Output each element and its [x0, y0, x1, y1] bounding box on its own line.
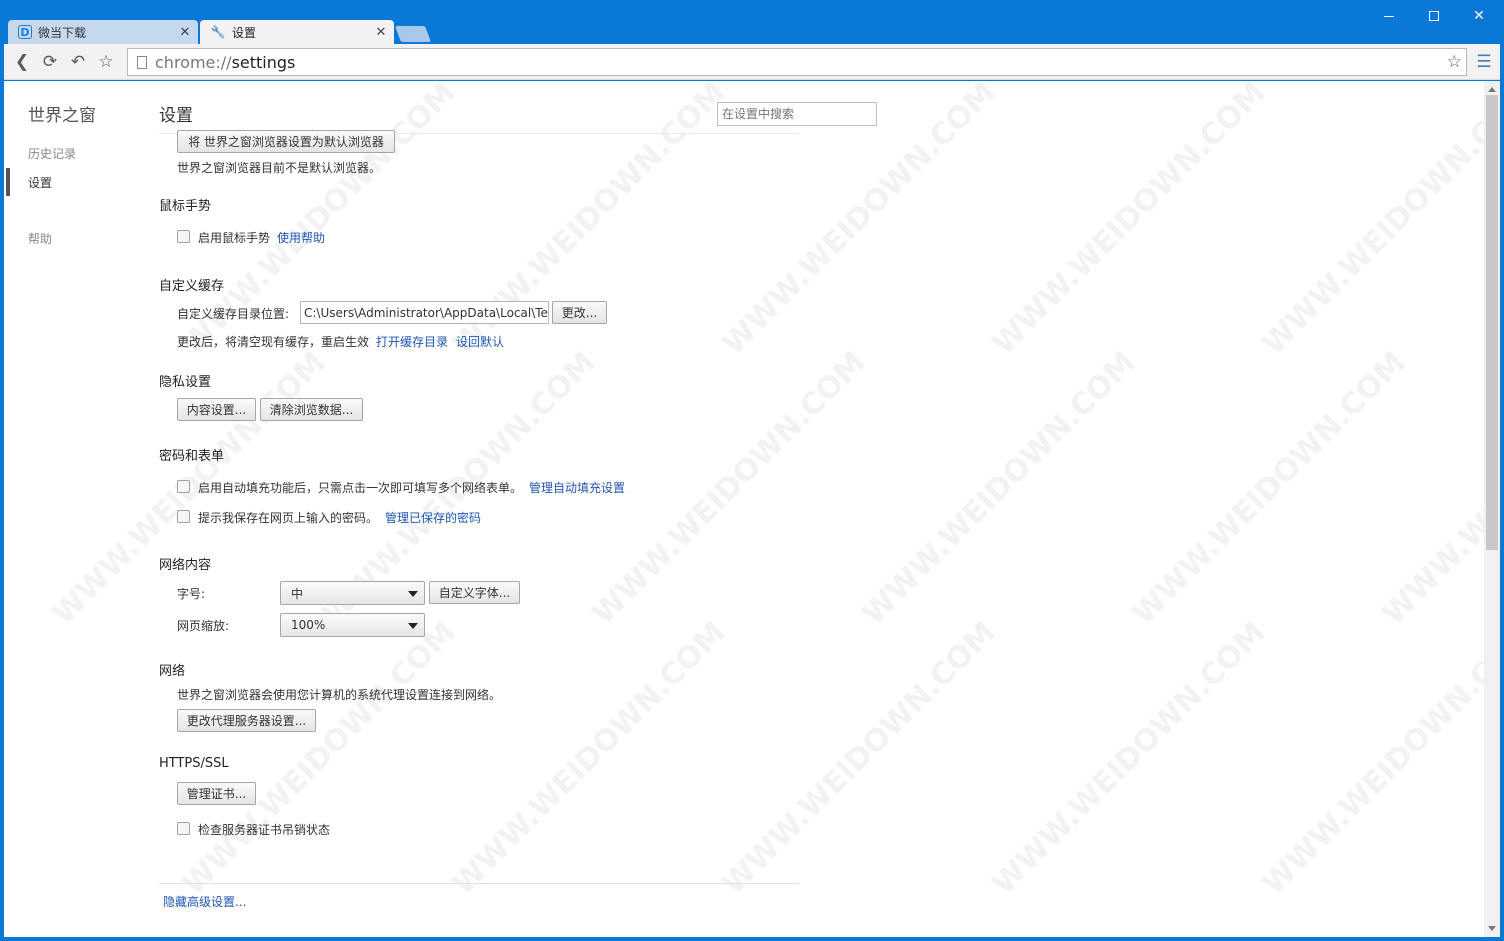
- watermark-text: WWW.WEIDOWN.COM: [855, 345, 1143, 632]
- section-title-cache: 自定义缓存: [159, 279, 225, 294]
- new-tab-button[interactable]: [395, 26, 431, 42]
- settings-search-input[interactable]: [717, 102, 877, 126]
- watermark-text: WWW.WEIDOWN.COM: [715, 615, 1003, 902]
- title-bar: D 微当下载 ✕ 🔧 设置 ✕ ✕: [0, 0, 1504, 44]
- mouse-gesture-label: 启用鼠标手势: [198, 231, 271, 245]
- tab-settings[interactable]: 🔧 设置 ✕: [200, 20, 394, 44]
- scroll-down-icon[interactable]: [1488, 926, 1496, 931]
- undo-icon[interactable]: ↶: [68, 52, 88, 72]
- watermark-text: WWW.WEIDOWN.COM: [585, 345, 873, 632]
- font-size-select[interactable]: 中: [280, 581, 425, 605]
- reset-cache-default-link[interactable]: 设回默认: [456, 333, 504, 350]
- cert-revocation-label: 检查服务器证书吊销状态: [198, 823, 331, 837]
- save-password-label: 提示我保存在网页上输入的密码。: [198, 511, 379, 525]
- section-title-privacy: 隐私设置: [159, 375, 212, 390]
- weidown-logo-icon: D: [18, 25, 32, 39]
- chevron-down-icon: [408, 591, 418, 597]
- menu-icon[interactable]: ☰: [1474, 52, 1494, 72]
- zoom-select[interactable]: 100%: [280, 613, 425, 637]
- sidebar-active-marker: [6, 168, 10, 196]
- reload-icon[interactable]: ⟳: [40, 52, 60, 72]
- sidebar-item-settings[interactable]: 设置: [28, 174, 52, 191]
- mouse-gesture-checkbox[interactable]: [177, 230, 190, 243]
- maximize-icon: [1429, 11, 1439, 21]
- chevron-down-icon: [408, 623, 418, 629]
- cache-path-field[interactable]: C:\Users\Administrator\AppData\Local\Tem…: [300, 301, 549, 324]
- network-description: 世界之窗浏览器会使用您计算机的系统代理设置连接到网络。: [177, 688, 502, 702]
- watermark-text: WWW.WEIDOWN.COM: [1125, 345, 1413, 632]
- watermark-text: WWW.WEIDOWN.COM: [985, 615, 1273, 902]
- star-icon[interactable]: ☆: [1447, 52, 1462, 72]
- footer-divider: [159, 883, 799, 884]
- custom-fonts-button[interactable]: 自定义字体...: [429, 581, 520, 604]
- watermark-text: WWW.WEIDOWN.COM: [1255, 81, 1500, 362]
- tab-title: 设置: [232, 25, 257, 40]
- set-default-browser-button[interactable]: 将 世界之窗浏览器设置为默认浏览器: [177, 130, 395, 153]
- close-window-button[interactable]: ✕: [1456, 4, 1502, 28]
- sidebar-item-history[interactable]: 历史记录: [28, 145, 76, 162]
- autofill-checkbox[interactable]: [177, 480, 190, 493]
- toolbar: ❮ ⟳ ↶ ☆ chrome://settings ☆ ☰: [4, 44, 1500, 80]
- zoom-value: 100%: [291, 618, 326, 632]
- autofill-label: 启用自动填充功能后，只需点击一次即可填写多个网络表单。: [198, 481, 523, 495]
- settings-page: WWW.WEIDOWN.COM WWW.WEIDOWN.COM WWW.WEIDOW…: [4, 81, 1500, 937]
- tab-weidown[interactable]: D 微当下载 ✕: [8, 20, 198, 44]
- tab-title: 微当下载: [38, 25, 87, 40]
- clear-browsing-data-button[interactable]: 清除浏览数据...: [260, 398, 363, 421]
- scroll-up-icon[interactable]: [1488, 87, 1496, 92]
- mouse-gesture-help-link[interactable]: 使用帮助: [277, 229, 325, 246]
- cert-revocation-checkbox[interactable]: [177, 822, 190, 835]
- proxy-settings-button[interactable]: 更改代理服务器设置...: [177, 709, 316, 732]
- default-browser-status: 世界之窗浏览器目前不是默认浏览器。: [177, 161, 382, 175]
- cache-note: 更改后，将清空现有缓存，重启生效: [177, 335, 370, 349]
- change-cache-button[interactable]: 更改...: [552, 301, 607, 324]
- section-title-passwords: 密码和表单: [159, 449, 225, 464]
- save-password-checkbox[interactable]: [177, 510, 190, 523]
- manage-passwords-link[interactable]: 管理已保存的密码: [385, 509, 481, 526]
- back-icon[interactable]: ❮: [12, 52, 32, 72]
- page-title: 设置: [159, 106, 193, 126]
- watermark-text: WWW.WEIDOWN.COM: [1255, 615, 1500, 902]
- address-bar[interactable]: chrome://settings ☆: [127, 48, 1467, 76]
- manage-autofill-link[interactable]: 管理自动填充设置: [529, 479, 625, 496]
- maximize-button[interactable]: [1411, 4, 1457, 28]
- close-tab-icon[interactable]: ✕: [176, 25, 194, 40]
- font-size-label: 字号:: [177, 587, 206, 601]
- sidebar-title: 世界之窗: [28, 106, 96, 126]
- manage-certificates-button[interactable]: 管理证书...: [177, 782, 256, 805]
- url-text: chrome://settings: [155, 52, 296, 72]
- watermark-text: WWW.WEIDOWN.COM: [985, 81, 1273, 362]
- scrollbar-thumb[interactable]: [1486, 95, 1498, 550]
- section-title-https: HTTPS/SSL: [159, 756, 229, 771]
- sidebar-item-help[interactable]: 帮助: [28, 230, 52, 247]
- page-icon: [137, 55, 147, 69]
- hide-advanced-settings-link[interactable]: 隐藏高级设置...: [163, 893, 246, 910]
- wrench-icon: 🔧: [210, 25, 226, 39]
- cache-path-label: 自定义缓存目录位置:: [177, 307, 290, 321]
- content-settings-button[interactable]: 内容设置...: [177, 398, 256, 421]
- watermark-text: WWW.WEIDOWN.COM: [445, 615, 733, 902]
- section-title-web-content: 网络内容: [159, 558, 212, 573]
- zoom-label: 网页缩放:: [177, 619, 230, 633]
- watermark-text: WWW.WEIDOWN.COM: [1375, 345, 1500, 632]
- section-title-mouse-gesture: 鼠标手势: [159, 199, 212, 214]
- font-size-value: 中: [291, 586, 304, 601]
- close-tab-icon[interactable]: ✕: [372, 25, 390, 40]
- minimize-icon: [1384, 15, 1394, 17]
- vertical-scrollbar[interactable]: [1484, 81, 1500, 937]
- section-title-network: 网络: [159, 664, 186, 679]
- bookmark-star-icon[interactable]: ☆: [96, 52, 116, 72]
- minimize-button[interactable]: [1366, 4, 1412, 28]
- open-cache-dir-link[interactable]: 打开缓存目录: [376, 333, 448, 350]
